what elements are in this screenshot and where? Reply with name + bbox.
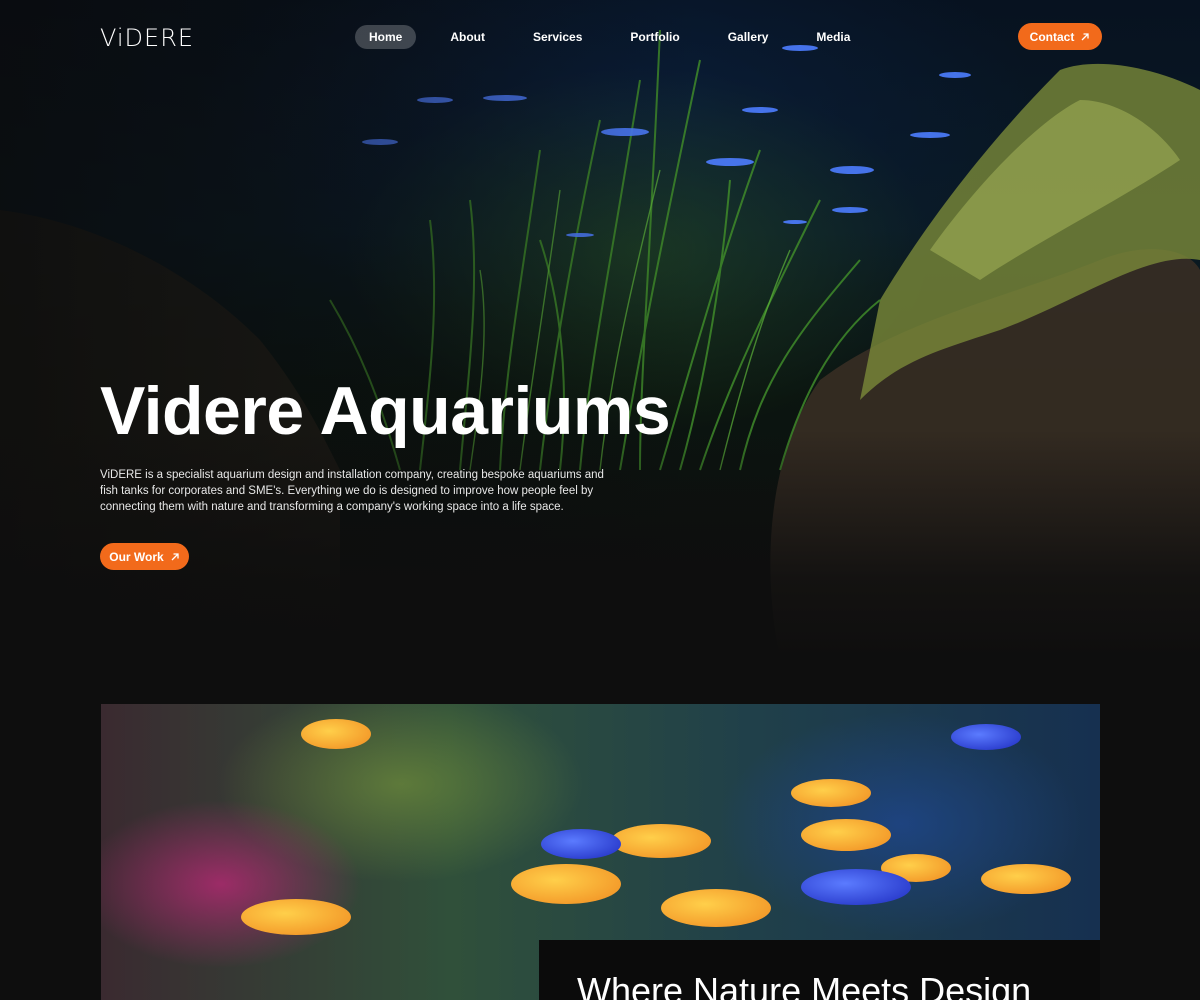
fish-illustration (791, 779, 871, 807)
nav-item-portfolio[interactable]: Portfolio (616, 25, 693, 49)
nav-item-gallery[interactable]: Gallery (714, 25, 783, 49)
fish-illustration (801, 869, 911, 905)
fish-illustration (951, 724, 1021, 750)
logo[interactable]: ViDERE (100, 24, 194, 52)
nav-item-about[interactable]: About (436, 25, 499, 49)
contact-button-label: Contact (1029, 29, 1075, 44)
fish-illustration (241, 899, 351, 935)
arrow-up-right-icon (1081, 32, 1089, 40)
nav-item-media[interactable]: Media (802, 25, 864, 49)
fish-illustration (981, 864, 1071, 894)
fish-illustration (511, 864, 621, 904)
fish-illustration (541, 829, 621, 859)
fish-illustration (801, 819, 891, 851)
nav-item-home[interactable]: Home (355, 24, 417, 49)
nav-item-services[interactable]: Services (519, 25, 596, 49)
hero-title: Videre Aquariums (100, 373, 671, 449)
main-nav: Home About Services Portfolio Gallery Me… (355, 24, 884, 49)
fish-illustration (301, 719, 371, 749)
fish-illustration (661, 889, 771, 927)
feature-caption: Where Nature Meets Design (577, 970, 1032, 1000)
arrow-up-right-icon (171, 552, 179, 560)
contact-button[interactable]: Contact (1018, 23, 1102, 50)
fish-illustration (611, 824, 711, 858)
our-work-button-label: Our Work (109, 549, 164, 564)
feature-caption-box: Where Nature Meets Design (539, 940, 1100, 1000)
our-work-button[interactable]: Our Work (100, 543, 189, 570)
hero-description: ViDERE is a specialist aquarium design a… (100, 469, 604, 513)
